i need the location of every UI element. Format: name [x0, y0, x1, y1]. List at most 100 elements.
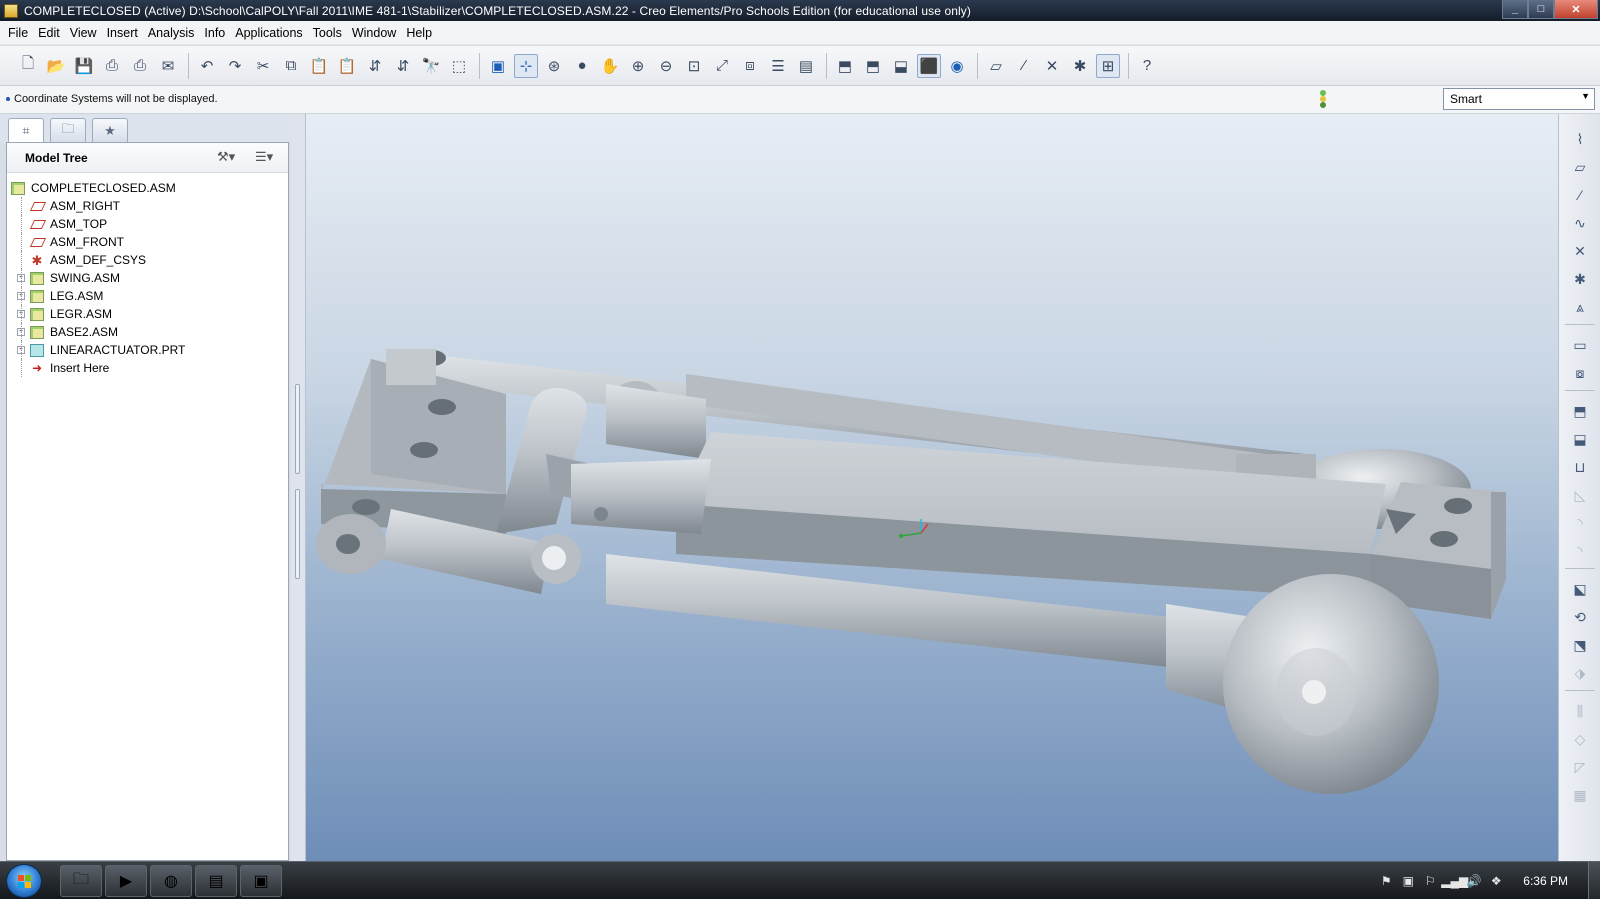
show-desktop-button[interactable]	[1588, 862, 1600, 899]
minimize-button[interactable]: _	[1502, 0, 1528, 19]
sweep-tool-icon[interactable]: ⬔	[1568, 634, 1592, 656]
new-file-icon[interactable]: 🗋	[16, 54, 40, 78]
regenerate-manager-icon[interactable]: ⇵	[391, 54, 415, 78]
tree-item[interactable]: ✱ ASM_DEF_CSYS	[7, 251, 288, 269]
hole-tool-icon[interactable]: ⊔	[1568, 456, 1592, 478]
zoom-in-icon[interactable]: ⊕	[626, 54, 650, 78]
regenerate-icon[interactable]: ⇵	[363, 54, 387, 78]
taskbar-firefox-icon[interactable]: ◍	[150, 865, 192, 897]
tree-item[interactable]: ➜ Insert Here	[7, 359, 288, 377]
datum-point-tool-icon[interactable]: ✕	[1568, 240, 1592, 262]
enhanced-realism-icon[interactable]: ◉	[945, 54, 969, 78]
datum-axis-tool-icon[interactable]: ⁄	[1568, 184, 1592, 206]
datum-point-display-icon[interactable]: ✕	[1040, 54, 1064, 78]
zoom-out-icon[interactable]: ⊖	[654, 54, 678, 78]
tree-item[interactable]: COMPLETECLOSED.ASM	[7, 179, 288, 197]
maximize-button[interactable]: □	[1528, 0, 1554, 19]
analysis-tool-icon[interactable]: ⩓	[1568, 296, 1592, 318]
revolve-tool-icon[interactable]: ⟲	[1568, 606, 1592, 628]
shading-icon[interactable]: ⬛	[917, 53, 941, 78]
tree-item[interactable]: ASM_TOP	[7, 215, 288, 233]
sketch-tool-icon[interactable]: ⌇	[1568, 128, 1592, 150]
copy-icon[interactable]: ⧉	[279, 54, 303, 78]
trim-tool-icon[interactable]: ◸	[1568, 756, 1592, 778]
tree-show-icon[interactable]: ☰▾	[255, 149, 273, 165]
datum-axis-display-icon[interactable]: ⁄	[1012, 54, 1036, 78]
pattern-tool-icon[interactable]: ▦	[1568, 784, 1592, 806]
menu-edit[interactable]: Edit	[33, 26, 65, 40]
layers-icon[interactable]: ☰	[766, 54, 790, 78]
taskbar-clock[interactable]: 6:36 PM	[1523, 874, 1568, 888]
component-create-icon[interactable]: ▭	[1568, 334, 1592, 356]
tree-item[interactable]: + BASE2.ASM	[7, 323, 288, 341]
view-manager-icon[interactable]: ▤	[794, 54, 818, 78]
paste-icon[interactable]: 📋	[307, 54, 331, 78]
cut-icon[interactable]: ✂	[251, 54, 275, 78]
datum-plane-tool-icon[interactable]: ▱	[1568, 156, 1592, 178]
wireframe-icon[interactable]: ⬒	[833, 54, 857, 78]
menu-insert[interactable]: Insert	[102, 26, 143, 40]
annotation-display-icon[interactable]: ⊞	[1096, 53, 1120, 78]
tray-network-icon[interactable]: ⚑	[1375, 874, 1397, 888]
tree-settings-icon[interactable]: ⚒▾	[217, 149, 235, 165]
paste-special-icon[interactable]: 📋	[335, 54, 359, 78]
csys-tool-icon[interactable]: ✱	[1568, 268, 1592, 290]
splitter-grip-icon[interactable]	[295, 489, 300, 579]
context-help-icon[interactable]: ?	[1135, 54, 1159, 78]
tree-item[interactable]: ASM_FRONT	[7, 233, 288, 251]
menu-window[interactable]: Window	[347, 26, 401, 40]
graphics-window[interactable]	[306, 114, 1558, 861]
taskbar-creo-icon[interactable]: ▣	[240, 865, 282, 897]
splitter-grip-icon[interactable]	[295, 384, 300, 474]
select-box-icon[interactable]: ⬚	[447, 54, 471, 78]
tree-item[interactable]: + LEGR.ASM	[7, 305, 288, 323]
start-button[interactable]	[6, 864, 42, 898]
tray-dropbox-icon[interactable]: ❖	[1485, 874, 1507, 888]
refit-icon[interactable]: ⊡	[682, 54, 706, 78]
no-hidden-icon[interactable]: ⬓	[889, 54, 913, 78]
tab-favorites[interactable]: ★	[92, 118, 128, 142]
create-component-icon[interactable]: ⬓	[1568, 428, 1592, 450]
chamfer-tool-icon[interactable]: ◝	[1568, 540, 1592, 562]
find-icon[interactable]: 🔭	[419, 54, 443, 78]
round-tool-icon[interactable]: ◝	[1568, 512, 1592, 534]
regeneration-status-icon[interactable]	[1318, 90, 1328, 108]
taskbar-app-icon[interactable]: ▤	[195, 865, 237, 897]
email-icon[interactable]: ✉	[156, 54, 180, 78]
assembly-model[interactable]	[306, 114, 1558, 861]
tray-flag-icon[interactable]: ⚐	[1419, 874, 1441, 888]
tab-model-tree[interactable]: ⌗	[8, 118, 44, 142]
spin-center-icon[interactable]: ⊹	[514, 53, 538, 78]
redo-icon[interactable]: ↷	[223, 54, 247, 78]
saved-views-icon[interactable]: ⧈	[738, 54, 762, 78]
datum-curve-tool-icon[interactable]: ∿	[1568, 212, 1592, 234]
panel-splitter[interactable]	[291, 114, 306, 861]
tree-item[interactable]: + LEG.ASM	[7, 287, 288, 305]
extrude-tool-icon[interactable]: ⬕	[1568, 578, 1592, 600]
pan-icon[interactable]: ✋	[598, 54, 622, 78]
menu-analysis[interactable]: Analysis	[143, 26, 200, 40]
tree-item[interactable]: + SWING.ASM	[7, 269, 288, 287]
tree-item[interactable]: ASM_RIGHT	[7, 197, 288, 215]
add-component-icon[interactable]: ⬒	[1568, 400, 1592, 422]
menu-file[interactable]: File	[3, 26, 33, 40]
mirror-tool-icon[interactable]: ⫼	[1568, 700, 1592, 722]
blend-tool-icon[interactable]: ⬗	[1568, 662, 1592, 684]
print-preview-icon[interactable]: ⎙	[128, 54, 152, 78]
appearance-icon[interactable]: ●	[570, 54, 594, 78]
taskbar-explorer-icon[interactable]: 🗀	[60, 865, 102, 897]
save-icon[interactable]: 💾	[72, 54, 96, 78]
reorient-icon[interactable]: ⤢	[710, 54, 734, 78]
menu-applications[interactable]: Applications	[230, 26, 307, 40]
taskbar-media-player-icon[interactable]: ▶	[105, 865, 147, 897]
shell-tool-icon[interactable]: ◺	[1568, 484, 1592, 506]
csys-display-icon[interactable]: ✱	[1068, 54, 1092, 78]
datum-plane-display-icon[interactable]: ▱	[984, 54, 1008, 78]
print-icon[interactable]: ⎙	[100, 54, 124, 78]
tray-volume-icon[interactable]: 🔊	[1463, 874, 1485, 888]
menu-view[interactable]: View	[65, 26, 102, 40]
tray-signal-icon[interactable]: ▂▄▆	[1441, 874, 1468, 888]
menu-help[interactable]: Help	[401, 26, 437, 40]
close-button[interactable]: ✕	[1554, 0, 1598, 19]
hidden-line-icon[interactable]: ⬒	[861, 54, 885, 78]
